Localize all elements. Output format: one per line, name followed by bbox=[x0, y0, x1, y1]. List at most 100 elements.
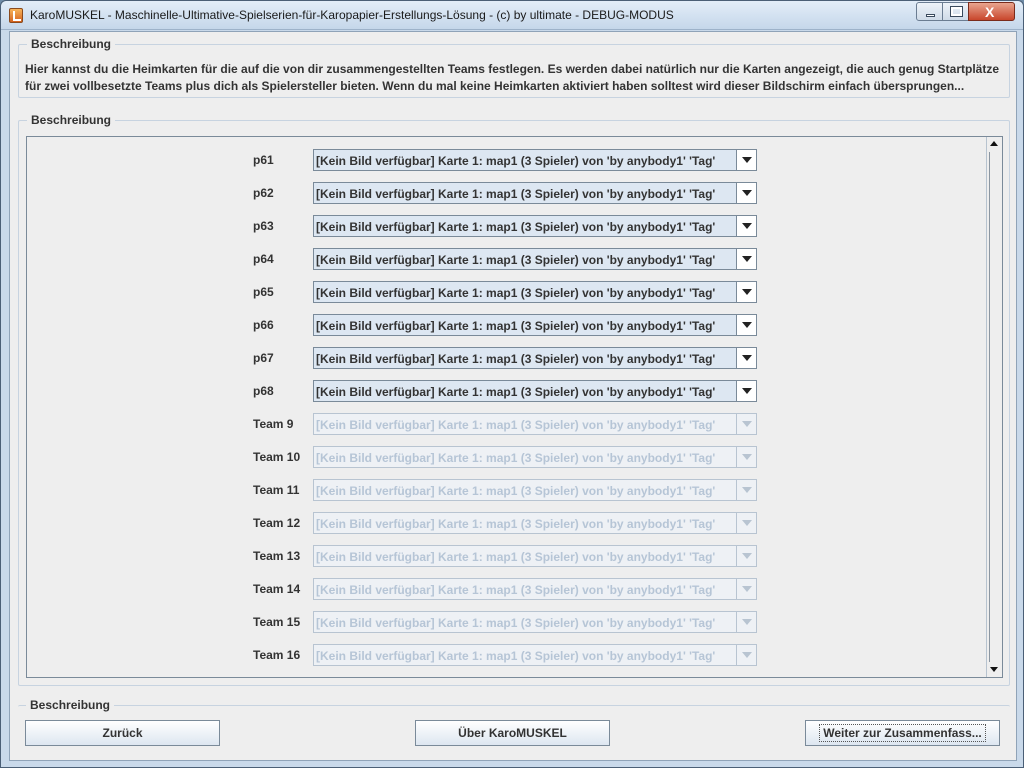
team-label: Team 15 bbox=[253, 615, 301, 629]
home-map-select-value: [Kein Bild verfügbar] Karte 1: map1 (3 S… bbox=[316, 451, 716, 465]
home-map-select-value: [Kein Bild verfügbar] Karte 1: map1 (3 S… bbox=[316, 319, 716, 333]
team-map-row: p63 [Kein Bild verfügbar] Karte 1: map1 (… bbox=[27, 215, 987, 237]
team-label: p61 bbox=[253, 153, 274, 167]
team-label: p63 bbox=[253, 219, 274, 233]
team-map-rows: p61 [Kein Bild verfügbar] Karte 1: map1 (… bbox=[27, 137, 987, 677]
home-map-select-value: [Kein Bild verfügbar] Karte 1: map1 (3 S… bbox=[316, 484, 716, 498]
home-map-select: [Kein Bild verfügbar] Karte 1: map1 (3 S… bbox=[313, 479, 757, 501]
description-text: Hier kannst du die Heimkarten für die au… bbox=[25, 62, 999, 93]
home-map-select[interactable]: [Kein Bild verfügbar] Karte 1: map1 (3 S… bbox=[313, 248, 757, 270]
home-map-select[interactable]: [Kein Bild verfügbar] Karte 1: map1 (3 S… bbox=[313, 281, 757, 303]
team-maps-scrollpane[interactable]: p61 [Kein Bild verfügbar] Karte 1: map1 (… bbox=[26, 136, 1003, 678]
team-map-row: p64 [Kein Bild verfügbar] Karte 1: map1 (… bbox=[27, 248, 987, 270]
chevron-down-icon bbox=[736, 645, 756, 665]
window-title: KaroMUSKEL - Maschinelle-Ultimative-Spie… bbox=[30, 8, 674, 22]
chevron-down-icon[interactable] bbox=[736, 348, 756, 368]
team-label: Team 12 bbox=[253, 516, 301, 530]
content-panel: Beschreibung Hier kannst du die Heimkart… bbox=[9, 31, 1017, 761]
next-button[interactable]: Weiter zur Zusammenfass... bbox=[805, 720, 1000, 746]
chevron-down-icon bbox=[736, 480, 756, 500]
title-bar[interactable]: KaroMUSKEL - Maschinelle-Ultimative-Spie… bbox=[1, 1, 1023, 30]
team-label: Team 14 bbox=[253, 582, 301, 596]
close-button[interactable]: X bbox=[968, 2, 1015, 21]
minimize-button[interactable] bbox=[916, 2, 943, 21]
chevron-down-icon[interactable] bbox=[736, 315, 756, 335]
home-map-select[interactable]: [Kein Bild verfügbar] Karte 1: map1 (3 S… bbox=[313, 314, 757, 336]
chevron-down-icon[interactable] bbox=[736, 183, 756, 203]
team-label: Team 16 bbox=[253, 648, 301, 662]
team-label: p67 bbox=[253, 351, 274, 365]
chevron-down-icon bbox=[736, 612, 756, 632]
chevron-down-icon[interactable] bbox=[736, 282, 756, 302]
team-label: p64 bbox=[253, 252, 274, 266]
team-label: p62 bbox=[253, 186, 274, 200]
home-map-select: [Kein Bild verfügbar] Karte 1: map1 (3 S… bbox=[313, 446, 757, 468]
home-map-select[interactable]: [Kein Bild verfügbar] Karte 1: map1 (3 S… bbox=[313, 182, 757, 204]
team-label: Team 13 bbox=[253, 549, 301, 563]
back-button[interactable]: Zurück bbox=[25, 720, 220, 746]
chevron-down-icon[interactable] bbox=[736, 381, 756, 401]
team-map-row: p62 [Kein Bild verfügbar] Karte 1: map1 (… bbox=[27, 182, 987, 204]
team-map-row: Team 13 [Kein Bild verfügbar] Karte 1: ma… bbox=[27, 545, 987, 567]
description-group: Beschreibung Hier kannst du die Heimkart… bbox=[18, 37, 1010, 98]
home-map-select[interactable]: [Kein Bild verfügbar] Karte 1: map1 (3 S… bbox=[313, 215, 757, 237]
chevron-down-icon bbox=[736, 546, 756, 566]
team-label: Team 11 bbox=[253, 483, 300, 497]
home-map-select: [Kein Bild verfügbar] Karte 1: map1 (3 S… bbox=[313, 644, 757, 666]
chevron-down-icon[interactable] bbox=[736, 150, 756, 170]
team-label: p66 bbox=[253, 318, 274, 332]
team-maps-group: Beschreibung p61 [Kein Bild verfügbar] Ka… bbox=[18, 113, 1010, 686]
maximize-icon bbox=[950, 6, 963, 17]
team-map-row: Team 12 [Kein Bild verfügbar] Karte 1: ma… bbox=[27, 512, 987, 534]
home-map-select-value: [Kein Bild verfügbar] Karte 1: map1 (3 S… bbox=[316, 517, 716, 531]
home-map-select-value: [Kein Bild verfügbar] Karte 1: map1 (3 S… bbox=[316, 154, 716, 168]
team-map-row: Team 9 [Kein Bild verfügbar] Karte 1: map… bbox=[27, 413, 987, 435]
home-map-select: [Kein Bild verfügbar] Karte 1: map1 (3 S… bbox=[313, 545, 757, 567]
home-map-select[interactable]: [Kein Bild verfügbar] Karte 1: map1 (3 S… bbox=[313, 380, 757, 402]
home-map-select-value: [Kein Bild verfügbar] Karte 1: map1 (3 S… bbox=[316, 220, 716, 234]
team-label: Team 9 bbox=[253, 417, 294, 431]
team-map-row: p66 [Kein Bild verfügbar] Karte 1: map1 (… bbox=[27, 314, 987, 336]
home-map-select-value: [Kein Bild verfügbar] Karte 1: map1 (3 S… bbox=[316, 352, 716, 366]
about-button[interactable]: Über KaroMUSKEL bbox=[415, 720, 610, 746]
close-icon: X bbox=[985, 4, 995, 20]
scroll-track[interactable] bbox=[989, 152, 1001, 662]
maximize-button[interactable] bbox=[942, 2, 969, 21]
home-map-select[interactable]: [Kein Bild verfügbar] Karte 1: map1 (3 S… bbox=[313, 149, 757, 171]
next-button-label: Weiter zur Zusammenfass... bbox=[819, 724, 986, 742]
home-map-select[interactable]: [Kein Bild verfügbar] Karte 1: map1 (3 S… bbox=[313, 347, 757, 369]
team-map-row: Team 15 [Kein Bild verfügbar] Karte 1: ma… bbox=[27, 611, 987, 633]
team-label: Team 10 bbox=[253, 450, 301, 464]
home-map-select-value: [Kein Bild verfügbar] Karte 1: map1 (3 S… bbox=[316, 616, 716, 630]
home-map-select-value: [Kein Bild verfügbar] Karte 1: map1 (3 S… bbox=[316, 253, 716, 267]
chevron-down-icon[interactable] bbox=[736, 249, 756, 269]
team-map-row: p61 [Kein Bild verfügbar] Karte 1: map1 (… bbox=[27, 149, 987, 171]
chevron-down-icon[interactable] bbox=[736, 216, 756, 236]
team-map-row: Team 14 [Kein Bild verfügbar] Karte 1: ma… bbox=[27, 578, 987, 600]
team-map-row: p68 [Kein Bild verfügbar] Karte 1: map1 (… bbox=[27, 380, 987, 402]
chevron-down-icon bbox=[736, 513, 756, 533]
team-map-row: Team 11 [Kein Bild verfügbar] Karte 1: ma… bbox=[27, 479, 987, 501]
home-map-select-value: [Kein Bild verfügbar] Karte 1: map1 (3 S… bbox=[316, 550, 716, 564]
team-label: p65 bbox=[253, 285, 274, 299]
scroll-down-icon[interactable] bbox=[987, 663, 1002, 677]
chevron-down-icon bbox=[736, 579, 756, 599]
minimize-icon bbox=[926, 14, 935, 17]
team-map-row: Team 10 [Kein Bild verfügbar] Karte 1: ma… bbox=[27, 446, 987, 468]
home-map-select-value: [Kein Bild verfügbar] Karte 1: map1 (3 S… bbox=[316, 583, 716, 597]
footer-group-title: Beschreibung bbox=[26, 698, 115, 712]
team-map-row: p67 [Kein Bild verfügbar] Karte 1: map1 (… bbox=[27, 347, 987, 369]
vertical-scrollbar[interactable] bbox=[986, 137, 1002, 677]
team-map-row: Team 16 [Kein Bild verfügbar] Karte 1: ma… bbox=[27, 644, 987, 666]
team-maps-group-title: Beschreibung bbox=[27, 113, 116, 127]
chevron-down-icon bbox=[736, 447, 756, 467]
scroll-up-icon[interactable] bbox=[987, 137, 1002, 151]
team-label: p68 bbox=[253, 384, 274, 398]
home-map-select: [Kein Bild verfügbar] Karte 1: map1 (3 S… bbox=[313, 413, 757, 435]
home-map-select: [Kein Bild verfügbar] Karte 1: map1 (3 S… bbox=[313, 611, 757, 633]
home-map-select-value: [Kein Bild verfügbar] Karte 1: map1 (3 S… bbox=[316, 286, 716, 300]
home-map-select: [Kein Bild verfügbar] Karte 1: map1 (3 S… bbox=[313, 512, 757, 534]
app-window: KaroMUSKEL - Maschinelle-Ultimative-Spie… bbox=[0, 0, 1024, 768]
description-group-title: Beschreibung bbox=[27, 37, 116, 51]
home-map-select-value: [Kein Bild verfügbar] Karte 1: map1 (3 S… bbox=[316, 649, 716, 663]
